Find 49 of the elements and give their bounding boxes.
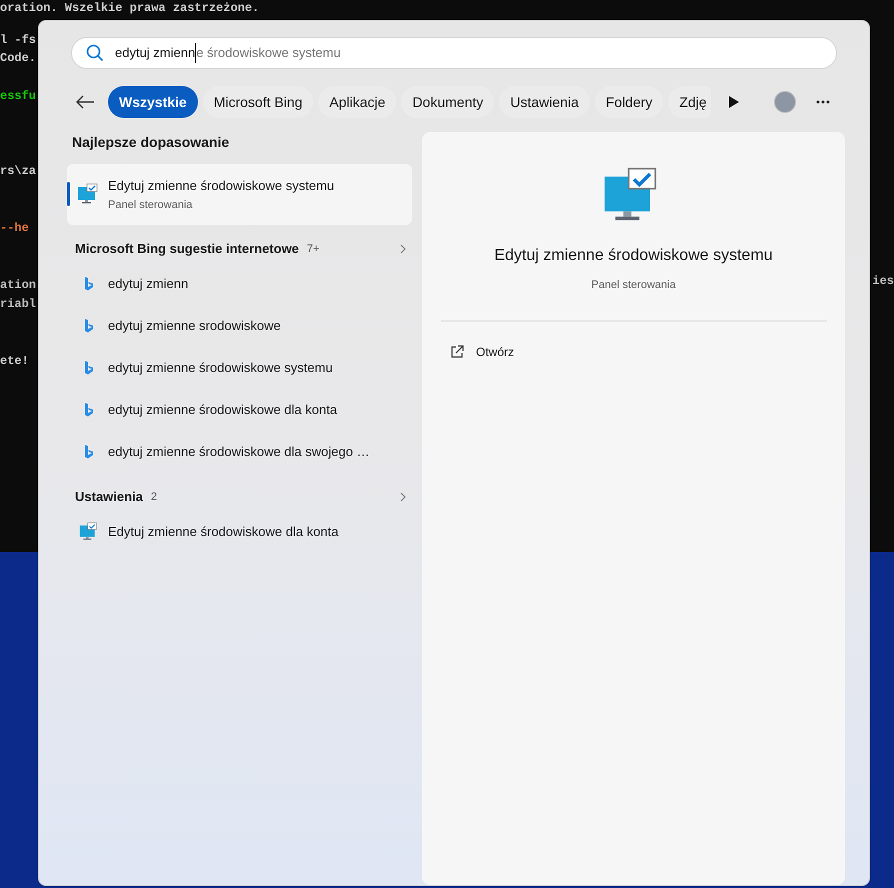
bing-icon <box>84 277 94 291</box>
terminal-line: l -fs <box>0 32 36 49</box>
terminal-line: riabl <box>0 296 36 313</box>
bing-icon <box>84 403 94 417</box>
terminal-line: Code. <box>0 50 36 67</box>
terminal-line: oration. Wszelkie prawa zastrzeżone. <box>0 0 260 17</box>
monitor-icon <box>79 522 100 542</box>
open-external-icon <box>450 344 464 358</box>
chevron-right-icon[interactable] <box>400 244 406 254</box>
play-icon[interactable] <box>729 96 739 108</box>
filter-tab[interactable]: Zdję <box>668 86 711 118</box>
result-item[interactable]: Edytuj zmienne środowiskowe dla konta <box>108 522 339 542</box>
terminal-line: ete! <box>0 353 29 370</box>
terminal-line: ation <box>0 277 36 294</box>
result-subtitle: Panel sterowania <box>108 198 194 213</box>
result-item[interactable]: edytuj zmienne srodowiskowe <box>108 316 281 336</box>
back-arrow-icon[interactable] <box>75 95 95 109</box>
preview-subtitle: Panel sterowania <box>591 278 676 293</box>
section-heading: Najlepsze dopasowanie <box>71 133 230 152</box>
result-item[interactable]: edytuj zmienn <box>108 274 188 294</box>
bing-icon <box>84 361 94 375</box>
terminal-line: ies <box>872 273 894 290</box>
section-heading: Ustawienia <box>75 488 143 506</box>
chevron-right-icon[interactable] <box>400 492 406 502</box>
result-item[interactable]: edytuj zmienne środowiskowe dla swojego … <box>108 442 370 462</box>
terminal-line: --he <box>0 220 29 237</box>
search-field[interactable]: edytuj zmienne środowiskowe systemu <box>71 37 837 69</box>
result-count: 2 <box>150 490 158 505</box>
filter-tab[interactable]: Microsoft Bing <box>202 86 314 118</box>
filter-tab[interactable]: Wszystkie <box>108 86 198 118</box>
selection-indicator <box>67 182 70 206</box>
terminal-line: rs\za <box>0 163 36 180</box>
filter-tab[interactable]: Ustawienia <box>499 86 590 118</box>
more-icon[interactable] <box>816 100 830 104</box>
preview-title: Edytuj zmienne środowiskowe systemu <box>494 246 773 266</box>
section-heading: Microsoft Bing sugestie internetowe <box>75 240 299 258</box>
bing-icon <box>84 319 94 333</box>
best-match-item[interactable]: Edytuj zmienne środowiskowe systemu Panel sterowania <box>67 164 412 225</box>
terminal-line: essfu <box>0 88 36 105</box>
action-link[interactable]: Otwórz <box>476 342 514 360</box>
filter-tab[interactable]: Dokumenty <box>401 86 494 118</box>
result-title: Edytuj zmienne środowiskowe systemu <box>108 176 334 195</box>
filter-tab[interactable]: Aplikacje <box>318 86 396 118</box>
filter-tab[interactable]: Foldery <box>594 86 664 118</box>
result-item[interactable]: edytuj zmienne środowiskowe systemu <box>108 358 333 378</box>
result-item[interactable]: edytuj zmienne środowiskowe dla konta <box>108 400 338 420</box>
bing-icon <box>84 445 94 459</box>
result-count: 7+ <box>306 242 320 257</box>
search-icon <box>86 44 104 62</box>
